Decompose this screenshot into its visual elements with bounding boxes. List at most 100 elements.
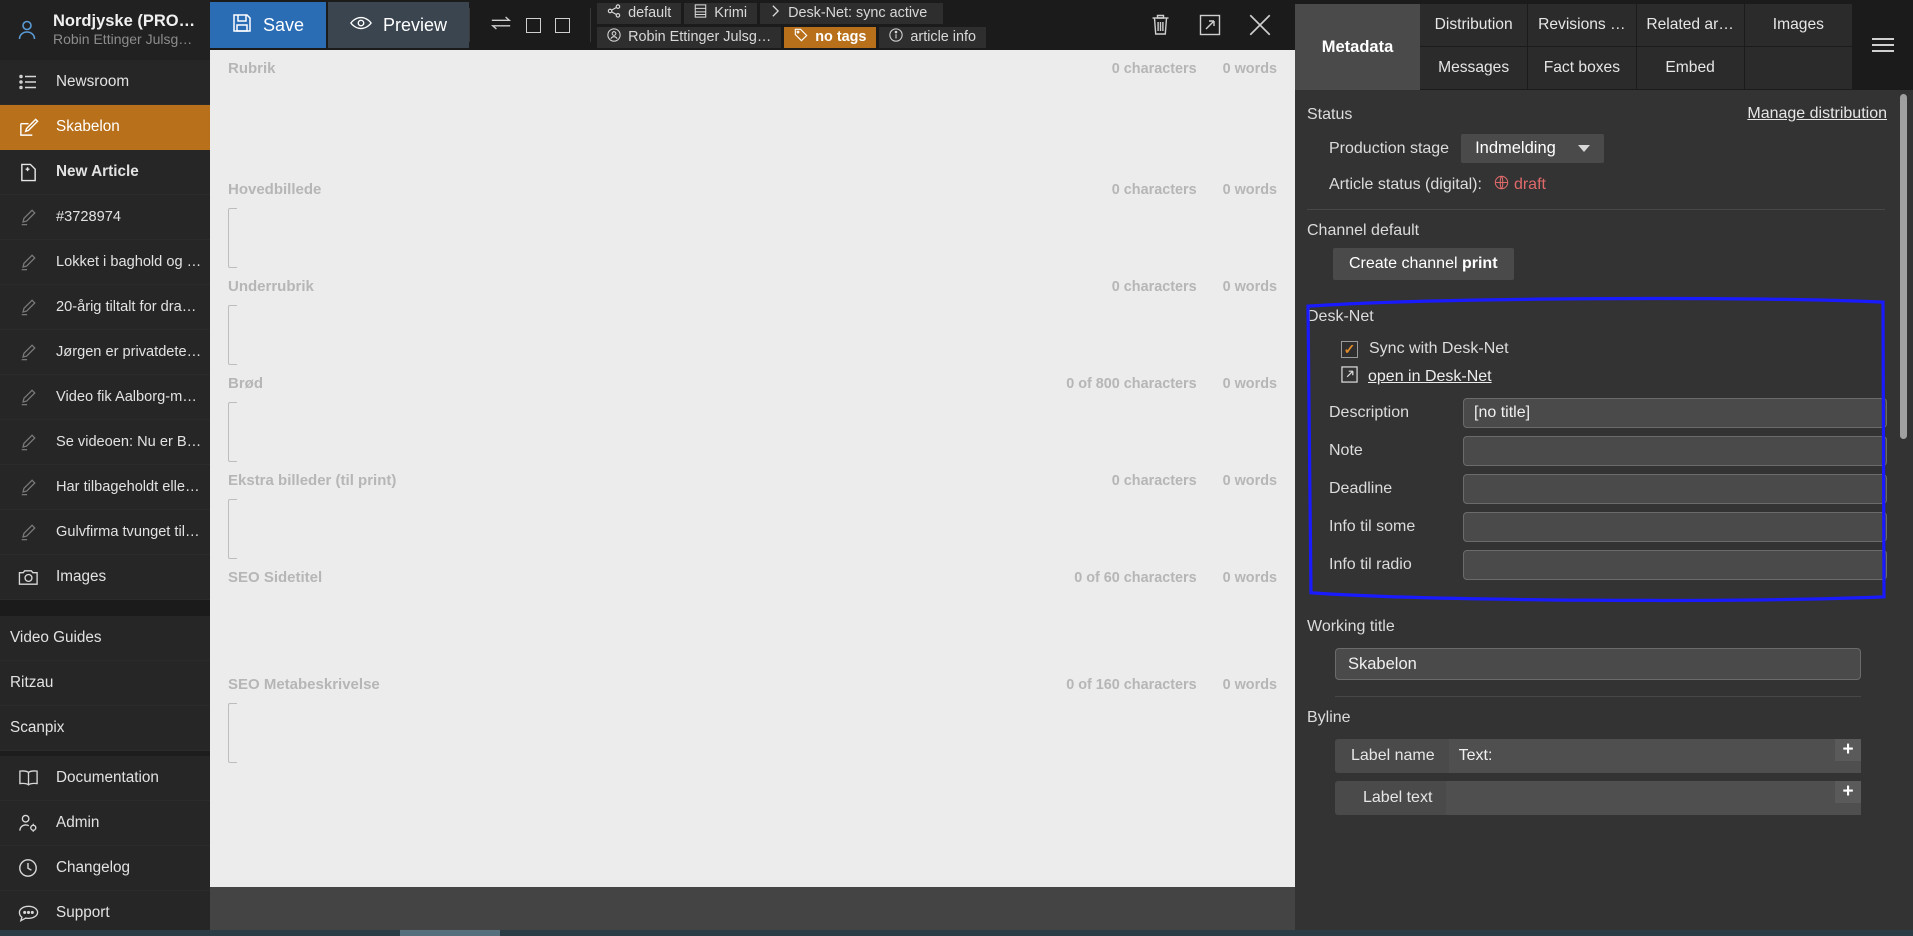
user-gear-icon bbox=[17, 813, 39, 833]
chip-section[interactable]: Krimi bbox=[684, 3, 757, 24]
tab-distribution[interactable]: Distribution bbox=[1420, 4, 1528, 47]
desknet-fields: ✓ Sync with Desk-Net open in Desk-Net bbox=[1305, 330, 1887, 584]
byline-field-label: Label name bbox=[1335, 747, 1449, 765]
close-icon[interactable] bbox=[1247, 12, 1273, 38]
field-hovedbillede[interactable]: Hovedbillede 0 characters 0 words bbox=[210, 171, 1295, 268]
create-channel-strong: print bbox=[1462, 255, 1498, 272]
status-header: Status Manage distribution bbox=[1305, 100, 1887, 128]
open-in-desknet-link[interactable]: open in Desk-Net bbox=[1368, 368, 1492, 386]
swap-icon[interactable] bbox=[490, 15, 512, 36]
layout-single-icon[interactable] bbox=[526, 18, 541, 33]
byline-label-text-input[interactable] bbox=[1446, 781, 1861, 815]
eye-icon bbox=[350, 15, 372, 36]
sidebar-item-ritzau[interactable]: Ritzau bbox=[0, 661, 210, 706]
sidebar-item-scanpix[interactable]: Scanpix bbox=[0, 706, 210, 751]
production-stage-dropdown[interactable]: Indmelding bbox=[1461, 134, 1604, 163]
toolbar-chips: default Krimi bbox=[591, 0, 986, 50]
chip-channel[interactable]: default bbox=[597, 3, 681, 24]
note-input[interactable] bbox=[1463, 436, 1887, 466]
create-channel-print-button[interactable]: Create channel print bbox=[1333, 248, 1514, 280]
bottom-scrollbar[interactable] bbox=[0, 930, 1913, 936]
field-rubrik[interactable]: Rubrik 0 characters 0 words bbox=[210, 50, 1295, 171]
tab-revisions[interactable]: Revisions … bbox=[1528, 4, 1636, 47]
field-body[interactable] bbox=[228, 208, 237, 268]
field-brod[interactable]: Brød 0 of 800 characters 0 words bbox=[210, 365, 1295, 462]
description-input[interactable]: [no title] bbox=[1463, 398, 1887, 428]
document-editor-area[interactable]: Rubrik 0 characters 0 words Hovedbillede… bbox=[210, 50, 1295, 936]
preview-button[interactable]: Preview bbox=[328, 2, 469, 48]
byline-label-name-input[interactable]: Text: bbox=[1449, 739, 1861, 773]
sidebar-item-article-0[interactable]: #3728974 bbox=[0, 195, 210, 240]
sidebar-user-block[interactable]: Nordjyske (PRO… Robin Ettinger Julsg… bbox=[0, 0, 210, 60]
expand-icon[interactable] bbox=[1197, 12, 1223, 38]
field-body[interactable] bbox=[228, 703, 237, 763]
chip-article-info[interactable]: article info bbox=[879, 27, 986, 48]
sidebar-item-article-3[interactable]: Jørgen er privatdete… bbox=[0, 330, 210, 375]
desknet-field-info-til-radio: Info til radio bbox=[1305, 546, 1887, 584]
field-ekstra-billeder[interactable]: Ekstra billeder (til print) 0 characters… bbox=[210, 462, 1295, 559]
trash-icon[interactable] bbox=[1147, 12, 1173, 38]
sidebar-item-documentation[interactable]: Documentation bbox=[0, 756, 210, 801]
panel-menu-button[interactable] bbox=[1853, 4, 1913, 90]
sidebar-item-skabelon[interactable]: Skabelon bbox=[0, 105, 210, 150]
sidebar-item-label: Lokket i baghold og … bbox=[56, 254, 201, 270]
sidebar-item-images[interactable]: Images bbox=[0, 555, 210, 600]
char-count: 0 characters bbox=[1112, 473, 1197, 489]
sidebar-item-new-article[interactable]: New Article bbox=[0, 150, 210, 195]
layout-split-icon[interactable] bbox=[555, 18, 570, 33]
chip-label: article info bbox=[910, 29, 976, 45]
deadline-input[interactable] bbox=[1463, 474, 1887, 504]
chip-desknet-sync[interactable]: Desk-Net: sync active bbox=[760, 3, 943, 24]
field-body[interactable] bbox=[228, 588, 1277, 666]
tag-icon bbox=[794, 28, 808, 46]
byline-row-label-text: Label text + bbox=[1335, 781, 1861, 815]
field-body[interactable] bbox=[228, 305, 237, 365]
sidebar-item-article-5[interactable]: Se videoen: Nu er B… bbox=[0, 420, 210, 465]
field-counts: 0 characters 0 words bbox=[1112, 182, 1277, 198]
field-body[interactable] bbox=[228, 402, 237, 462]
field-body[interactable] bbox=[228, 499, 237, 559]
preview-label: Preview bbox=[383, 15, 447, 36]
sidebar-item-article-6[interactable]: Har tilbageholdt elle… bbox=[0, 465, 210, 510]
sidebar-org-name: Nordjyske (PRO… bbox=[53, 12, 195, 31]
add-byline-text-button[interactable]: + bbox=[1835, 781, 1861, 803]
sidebar-item-article-7[interactable]: Gulvfirma tvunget til… bbox=[0, 510, 210, 555]
tab-fact-boxes[interactable]: Fact boxes bbox=[1528, 47, 1636, 90]
field-underrubrik[interactable]: Underrubrik 0 characters 0 words bbox=[210, 268, 1295, 365]
divider bbox=[1307, 209, 1885, 210]
info-til-some-input[interactable] bbox=[1463, 512, 1887, 542]
add-byline-button[interactable]: + bbox=[1835, 739, 1861, 761]
tab-embed[interactable]: Embed bbox=[1637, 47, 1745, 90]
sidebar-item-video-guides[interactable]: Video Guides bbox=[0, 616, 210, 661]
pencil-icon bbox=[17, 388, 39, 406]
sync-checkbox[interactable]: ✓ bbox=[1341, 341, 1358, 358]
top-toolbar: Save Preview bbox=[210, 0, 1295, 50]
open-in-desknet-row[interactable]: open in Desk-Net bbox=[1305, 362, 1887, 394]
sidebar-item-newsroom[interactable]: Newsroom bbox=[0, 60, 210, 105]
sidebar-item-changelog[interactable]: Changelog bbox=[0, 846, 210, 891]
tab-messages[interactable]: Messages bbox=[1420, 47, 1528, 90]
sidebar-divider bbox=[0, 600, 210, 616]
chip-tags[interactable]: no tags bbox=[784, 27, 876, 48]
field-seo-sidetitel[interactable]: SEO Sidetitel 0 of 60 characters 0 words bbox=[210, 559, 1295, 666]
info-til-radio-input[interactable] bbox=[1463, 550, 1887, 580]
sidebar-item-article-4[interactable]: Video fik Aalborg-m… bbox=[0, 375, 210, 420]
chip-author[interactable]: Robin Ettinger Julsg… bbox=[597, 27, 781, 48]
scrollbar-thumb[interactable] bbox=[400, 930, 500, 936]
sidebar-item-article-2[interactable]: 20-årig tiltalt for dra… bbox=[0, 285, 210, 330]
tab-related-articles[interactable]: Related ar… bbox=[1637, 4, 1745, 47]
chip-label: Desk-Net: sync active bbox=[788, 5, 927, 21]
char-count: 0 of 800 characters bbox=[1066, 376, 1196, 392]
tab-images[interactable]: Images bbox=[1745, 4, 1853, 47]
sidebar-item-article-1[interactable]: Lokket i baghold og … bbox=[0, 240, 210, 285]
save-button[interactable]: Save bbox=[210, 2, 326, 48]
working-title-input[interactable]: Skabelon bbox=[1335, 648, 1861, 680]
sync-with-desknet-row[interactable]: ✓ Sync with Desk-Net bbox=[1305, 334, 1887, 362]
panel-scrollbar[interactable] bbox=[1900, 94, 1907, 439]
field-body[interactable] bbox=[228, 79, 1277, 171]
tab-metadata[interactable]: Metadata bbox=[1295, 4, 1420, 90]
sidebar-item-admin[interactable]: Admin bbox=[0, 801, 210, 846]
field-seo-metabeskrivelse[interactable]: SEO Metabeskrivelse 0 of 160 characters … bbox=[210, 666, 1295, 763]
manage-distribution-link[interactable]: Manage distribution bbox=[1747, 105, 1887, 123]
field-label: SEO Sidetitel bbox=[228, 569, 322, 586]
